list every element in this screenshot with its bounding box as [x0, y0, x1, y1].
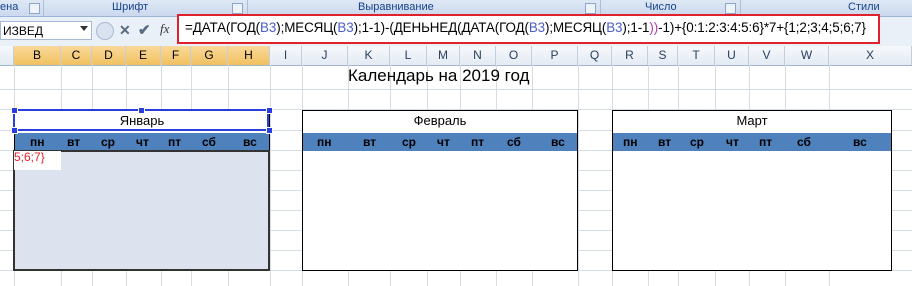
ribbon-group-font: Шрифт	[112, 1, 149, 13]
enter-icon[interactable]: ✔	[138, 21, 151, 39]
weekday-label: вт	[67, 135, 81, 149]
calendar-title-text: Календарь на 2019 год	[348, 66, 530, 85]
ribbon-separator	[43, 0, 44, 16]
resize-handle[interactable]	[266, 127, 273, 134]
select-all-corner[interactable]	[0, 46, 14, 65]
gridline	[0, 89, 912, 90]
column-header-q[interactable]: Q	[578, 46, 612, 65]
column-header-j[interactable]: J	[302, 46, 348, 65]
formula-cell-ref: B3	[337, 20, 354, 35]
month-block-march[interactable]: Март пн вт ср чт пт сб вс	[612, 110, 892, 271]
number-launcher-icon[interactable]	[725, 3, 736, 14]
column-header-x[interactable]: X	[829, 46, 912, 65]
column-header-w[interactable]: W	[785, 46, 829, 65]
column-header-b[interactable]: B	[14, 46, 61, 65]
resize-handle[interactable]	[11, 127, 18, 134]
column-header-s[interactable]: S	[648, 46, 678, 65]
weekday-label: пт	[471, 135, 485, 149]
month-name: Март	[736, 113, 768, 128]
column-header-c[interactable]: C	[61, 46, 92, 65]
clipboard-launcher-icon[interactable]	[29, 3, 40, 14]
column-header-t[interactable]: T	[678, 46, 715, 65]
gridline	[270, 65, 271, 286]
formula-part: );1-1	[622, 20, 650, 35]
weekday-label: сб	[797, 135, 811, 149]
column-header-e[interactable]: E	[126, 46, 161, 65]
weekday-label: вс	[853, 135, 867, 149]
name-box[interactable]: ИЗВЕД	[0, 21, 92, 40]
column-header-d[interactable]: D	[92, 46, 126, 65]
resize-handle[interactable]	[138, 107, 145, 114]
column-header-f[interactable]: F	[161, 46, 191, 65]
gridline	[578, 65, 579, 286]
formula-input[interactable]: =ДАТА(ГОД(B3);МЕСЯЦ(B3);1-1)-(ДЕНЬНЕД(ДА…	[185, 20, 866, 35]
weekday-label: пт	[759, 135, 773, 149]
column-header-i[interactable]: I	[270, 46, 302, 65]
weekday-label: пн	[317, 135, 332, 149]
column-header-u[interactable]: U	[715, 46, 749, 65]
weekday-label: ср	[402, 135, 417, 149]
formula-cell-ref: B3	[528, 20, 546, 35]
insert-function-icon[interactable]: fx	[160, 21, 169, 37]
formula-part: -1)+{0:1:2:3:4:5:6}*7+{1;2;3;4;5;6;7}	[658, 20, 866, 35]
formula-part: );МЕСЯЦ(	[276, 20, 338, 35]
weekday-label: чт	[136, 135, 149, 149]
column-header-l[interactable]: L	[390, 46, 427, 65]
font-launcher-icon[interactable]	[232, 3, 243, 14]
active-cell-value: 5;6;7}	[14, 150, 45, 164]
column-header-k[interactable]: K	[348, 46, 390, 65]
ribbon-group-clipboard: ена	[0, 1, 19, 13]
column-header-h[interactable]: H	[228, 46, 270, 65]
weekday-header: пн вт ср чт пт сб вс	[15, 133, 269, 151]
weekday-label: вс	[551, 135, 565, 149]
month-name: Февраль	[413, 113, 467, 128]
month-block-february[interactable]: Февраль пн вт ср чт пт сб вс	[302, 110, 578, 271]
formula-part: );МЕСЯЦ(	[545, 20, 607, 35]
ribbon-group-alignment: Выравнивание	[358, 1, 434, 13]
weekday-header: пн вт ср чт пт сб вс	[303, 133, 577, 151]
formula-cell-ref: B3	[260, 20, 277, 35]
column-header-p[interactable]: P	[532, 46, 578, 65]
ribbon-group-number: Число	[645, 1, 677, 13]
column-header-n[interactable]: N	[460, 46, 496, 65]
resize-handle[interactable]	[266, 107, 273, 114]
chevron-down-icon[interactable]	[80, 26, 88, 31]
weekday-label: ср	[690, 135, 705, 149]
formula-part: );1-1)-(ДЕНЬНЕД(ДАТА(ГОД(	[353, 20, 529, 35]
column-header-v[interactable]: V	[749, 46, 785, 65]
weekday-label: ср	[101, 135, 116, 149]
column-header-g[interactable]: G	[191, 46, 228, 65]
weekday-label: пн	[623, 135, 638, 149]
ribbon-group-styles: Стили	[848, 1, 880, 13]
formula-part: ))	[649, 20, 659, 35]
alignment-launcher-icon[interactable]	[585, 3, 596, 14]
weekday-label: сб	[507, 135, 521, 149]
formula-bar-resize-handle[interactable]	[96, 22, 114, 40]
weekday-label: пт	[168, 135, 182, 149]
weekday-label: чт	[437, 135, 450, 149]
cancel-icon[interactable]: ✕	[119, 22, 131, 39]
weekday-header: пн вт ср чт пт сб вс	[613, 133, 891, 151]
weekday-label: вт	[658, 135, 672, 149]
column-header-o[interactable]: O	[496, 46, 532, 65]
column-header-m[interactable]: M	[427, 46, 460, 65]
weekday-label: чт	[726, 135, 739, 149]
weekday-label: пн	[30, 135, 45, 149]
formula-cell-ref: B3	[606, 20, 623, 35]
column-header-r[interactable]: R	[612, 46, 648, 65]
formula-part: =ДАТА(ГОД(	[185, 20, 261, 35]
weekday-label: вс	[243, 135, 257, 149]
resize-handle[interactable]	[11, 107, 18, 114]
weekday-label: сб	[202, 135, 216, 149]
weekday-label: вт	[363, 135, 377, 149]
